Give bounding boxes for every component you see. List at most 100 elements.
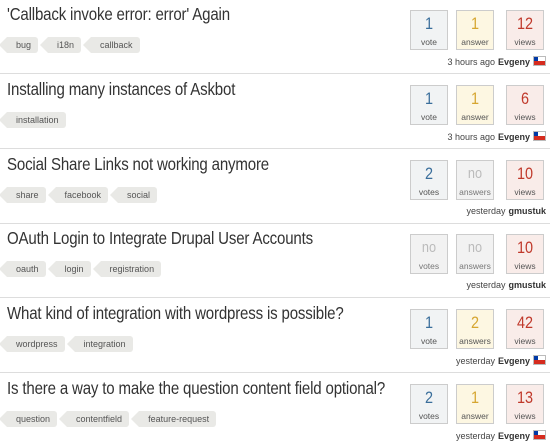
chile-flag-icon	[533, 430, 546, 440]
timestamp: yesterday	[466, 280, 506, 290]
views-box: 10 views	[506, 160, 544, 200]
answers-label: answer	[461, 112, 489, 122]
question-row: OAuth Login to Integrate Drupal User Acc…	[0, 224, 550, 298]
votes-count: 1	[424, 89, 434, 108]
question-row: Installing many instances of Askbot inst…	[0, 75, 550, 149]
tag-share[interactable]: share	[0, 187, 46, 203]
answers-label: answers	[459, 187, 491, 197]
tag-list: oauth login registration	[0, 261, 171, 278]
tag-integration[interactable]: integration	[66, 336, 133, 352]
tag-login[interactable]: login	[47, 261, 91, 277]
votes-label: votes	[418, 411, 440, 421]
tag-feature-request[interactable]: feature-request	[131, 411, 217, 427]
views-count: 10	[516, 238, 534, 257]
tag-question[interactable]: question	[0, 411, 58, 427]
votes-box: 1 vote	[410, 85, 448, 125]
tag-contentfield[interactable]: contentfield	[59, 411, 130, 427]
answers-count: 1	[470, 89, 480, 108]
user-link[interactable]: Evgeny	[498, 356, 530, 366]
answers-count: 1	[470, 14, 480, 33]
votes-label: votes	[418, 187, 440, 197]
chile-flag-icon	[533, 355, 546, 365]
question-row: Is there a way to make the question cont…	[0, 374, 550, 448]
question-title-link[interactable]: 'Callback invoke error: error' Again	[7, 4, 230, 25]
views-label: views	[514, 187, 536, 197]
votes-label: vote	[420, 336, 438, 346]
question-title-link[interactable]: OAuth Login to Integrate Drupal User Acc…	[7, 228, 313, 249]
views-label: views	[514, 336, 536, 346]
question-title-link[interactable]: Is there a way to make the question cont…	[7, 378, 385, 399]
answers-label: answer	[461, 411, 489, 421]
tag-list: wordpress integration	[0, 336, 143, 353]
chile-flag-icon	[533, 56, 546, 66]
user-link[interactable]: Evgeny	[498, 431, 530, 441]
tag-wordpress[interactable]: wordpress	[0, 336, 65, 352]
views-label: views	[514, 37, 536, 47]
answers-box: no answers	[456, 160, 494, 200]
answers-box: 1 answer	[456, 85, 494, 125]
votes-count: 2	[424, 388, 434, 407]
answers-box: 1 answer	[456, 10, 494, 50]
tag-i18n[interactable]: i18n	[40, 37, 82, 53]
views-count: 10	[516, 164, 534, 183]
votes-count: 1	[424, 313, 434, 332]
timestamp: yesterday	[455, 356, 495, 366]
timestamp: 3 hours ago	[447, 57, 495, 67]
views-count: 13	[516, 388, 534, 407]
votes-box: no votes	[410, 234, 448, 274]
tag-oauth[interactable]: oauth	[0, 261, 46, 277]
question-row: What kind of integration with wordpress …	[0, 299, 550, 373]
question-title-link[interactable]: Social Share Links not working anymore	[7, 154, 269, 175]
user-link[interactable]: gmustuk	[508, 206, 546, 216]
tag-list: installation	[0, 112, 76, 129]
votes-label: vote	[420, 112, 438, 122]
answers-label: answer	[461, 37, 489, 47]
timestamp: 3 hours ago	[447, 132, 495, 142]
votes-label: votes	[418, 261, 440, 271]
timestamp: yesterday	[455, 431, 495, 441]
tag-callback[interactable]: callback	[83, 37, 140, 53]
user-link[interactable]: Evgeny	[498, 57, 530, 67]
answers-label: answers	[459, 261, 491, 271]
votes-count: 2	[424, 164, 434, 183]
views-count: 42	[516, 313, 534, 332]
views-label: views	[514, 411, 536, 421]
question-row: Social Share Links not working anymore s…	[0, 150, 550, 224]
answers-count: 2	[470, 313, 480, 332]
views-box: 10 views	[506, 234, 544, 274]
question-meta: yesterday Evgeny	[456, 430, 546, 441]
question-meta: 3 hours ago Evgeny	[447, 131, 546, 142]
user-link[interactable]: gmustuk	[508, 280, 546, 290]
user-link[interactable]: Evgeny	[498, 132, 530, 142]
tag-social[interactable]: social	[110, 187, 158, 203]
tag-list: question contentfield feature-request	[0, 411, 226, 428]
views-label: views	[514, 112, 536, 122]
question-title-link[interactable]: Installing many instances of Askbot	[7, 79, 235, 100]
votes-count: no	[421, 239, 437, 256]
views-count: 12	[516, 14, 534, 33]
question-meta: yesterday gmustuk	[466, 206, 546, 216]
tag-bug[interactable]: bug	[0, 37, 39, 53]
tag-list: share facebook social	[0, 187, 167, 204]
answers-box: no answers	[456, 234, 494, 274]
votes-box: 1 vote	[410, 309, 448, 349]
views-box: 12 views	[506, 10, 544, 50]
tag-installation[interactable]: installation	[0, 112, 66, 128]
tag-registration[interactable]: registration	[92, 261, 162, 277]
question-meta: 3 hours ago Evgeny	[447, 56, 546, 67]
question-title-link[interactable]: What kind of integration with wordpress …	[7, 303, 344, 324]
chile-flag-icon	[533, 131, 546, 141]
views-label: views	[514, 261, 536, 271]
votes-label: vote	[420, 37, 438, 47]
votes-box: 1 vote	[410, 10, 448, 50]
question-row: 'Callback invoke error: error' Again bug…	[0, 0, 550, 74]
question-meta: yesterday gmustuk	[466, 280, 546, 290]
answers-count: 1	[470, 388, 480, 407]
votes-count: 1	[424, 14, 434, 33]
views-box: 13 views	[506, 384, 544, 424]
timestamp: yesterday	[466, 206, 506, 216]
tag-list: bug i18n callback	[0, 37, 150, 54]
answers-count: no	[467, 165, 483, 182]
tag-facebook[interactable]: facebook	[47, 187, 109, 203]
answers-box: 2 answers	[456, 309, 494, 349]
